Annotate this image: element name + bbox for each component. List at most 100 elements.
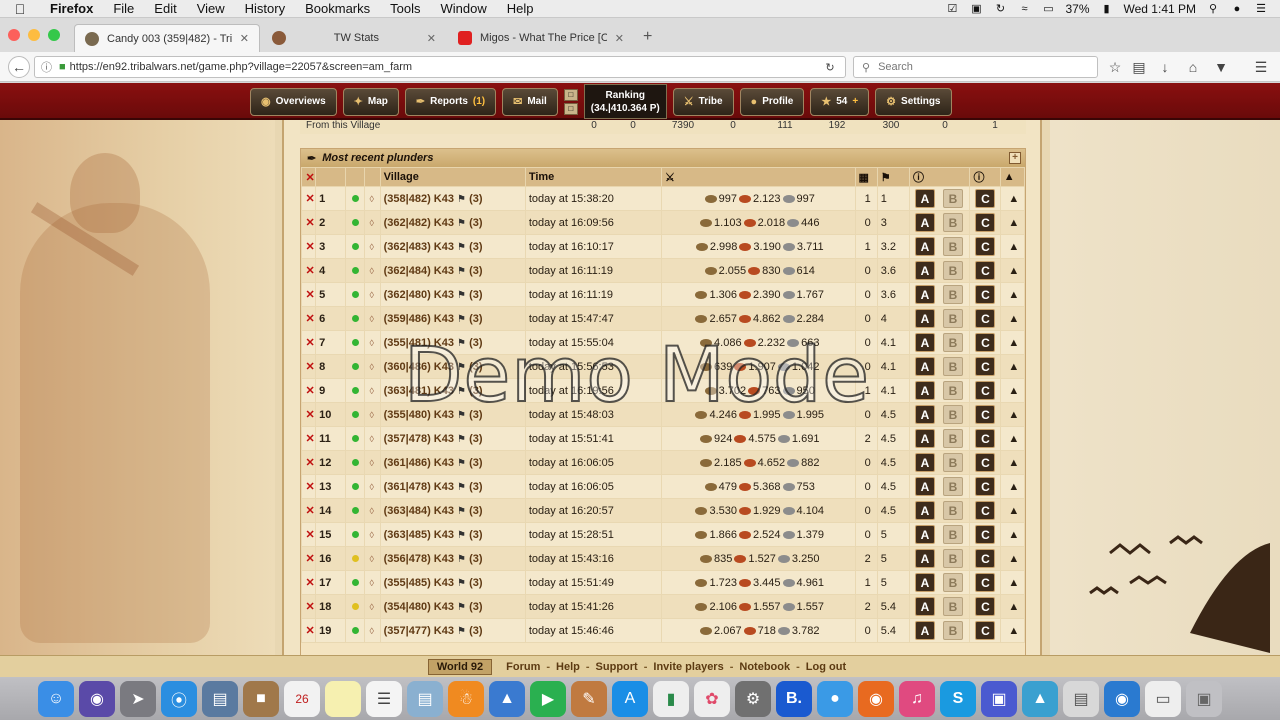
- itunes-icon[interactable]: ♫: [899, 680, 935, 717]
- messages-icon[interactable]: ●: [817, 680, 853, 717]
- tab-tribal-wars[interactable]: Candy 003 (359|482) - Tri… ✕: [74, 24, 260, 52]
- battery-percent[interactable]: 37%: [1065, 2, 1089, 16]
- launchpad-icon[interactable]: ➤: [120, 680, 156, 717]
- minimize-window-button[interactable]: [28, 29, 40, 41]
- template-c-button[interactable]: C: [975, 333, 996, 352]
- template-c-button[interactable]: C: [975, 549, 996, 568]
- footer-link-logout[interactable]: Log out: [800, 661, 852, 673]
- reports-button[interactable]: ✒ Reports (1): [404, 87, 497, 116]
- delete-x-icon[interactable]: ✕: [305, 313, 314, 325]
- world-badge[interactable]: World 92: [427, 658, 493, 675]
- google-drive-icon[interactable]: ▲: [1022, 680, 1058, 717]
- template-c-button[interactable]: C: [975, 573, 996, 592]
- contacts-icon[interactable]: ■: [243, 680, 279, 717]
- village-link[interactable]: (363|484) K43: [384, 505, 454, 517]
- template-b-button[interactable]: B: [942, 237, 963, 256]
- expand-plus-icon[interactable]: +: [1009, 152, 1021, 164]
- template-c-button[interactable]: C: [975, 525, 996, 544]
- delete-x-icon[interactable]: ✕: [305, 505, 314, 517]
- rally-point-icon[interactable]: ▲: [1008, 361, 1019, 373]
- template-b-button[interactable]: B: [942, 477, 963, 496]
- template-a-button[interactable]: A: [914, 501, 935, 520]
- premium-points-button[interactable]: ★ 54 +: [810, 87, 870, 116]
- delete-x-icon[interactable]: ✕: [305, 577, 314, 589]
- overviews-button[interactable]: ◉ Overviews: [250, 87, 337, 116]
- delete-x-icon[interactable]: ✕: [305, 481, 314, 493]
- village-link[interactable]: (361|486) K43: [384, 457, 454, 469]
- reminders-icon[interactable]: ☰: [366, 680, 402, 717]
- template-c-button[interactable]: C: [975, 429, 996, 448]
- zoom-window-button[interactable]: [48, 29, 60, 41]
- screenflow-icon[interactable]: ▣: [981, 680, 1017, 717]
- template-a-button[interactable]: A: [914, 429, 935, 448]
- delete-x-icon[interactable]: ✕: [305, 385, 314, 397]
- menu-bookmarks[interactable]: Bookmarks: [295, 1, 380, 16]
- menu-view[interactable]: View: [187, 1, 235, 16]
- photos-icon[interactable]: ✿: [694, 680, 730, 717]
- profile-button[interactable]: ● Profile: [739, 87, 805, 116]
- siri-icon[interactable]: ●: [1230, 3, 1244, 15]
- template-c-button[interactable]: C: [975, 213, 996, 232]
- template-a-button[interactable]: A: [914, 621, 935, 640]
- delete-x-icon[interactable]: ✕: [305, 265, 314, 277]
- airplay-icon[interactable]: ▭: [1041, 3, 1055, 15]
- keynote-icon[interactable]: ▲: [489, 680, 525, 717]
- template-a-button[interactable]: A: [914, 189, 935, 208]
- rally-point-icon[interactable]: ▲: [1008, 529, 1019, 541]
- village-link[interactable]: (355|480) K43: [384, 409, 454, 421]
- template-b-button[interactable]: B: [942, 549, 963, 568]
- rally-point-icon[interactable]: ▲: [1008, 385, 1019, 397]
- siri-icon[interactable]: ◉: [79, 680, 115, 717]
- search-input[interactable]: ⚲ Search: [853, 56, 1098, 78]
- trash-icon[interactable]: ▣: [1186, 680, 1222, 717]
- village-link[interactable]: (354|480) K43: [384, 601, 454, 613]
- delete-x-icon[interactable]: ✕: [305, 337, 314, 349]
- ranking-display[interactable]: Ranking (34.|410.364 P): [583, 84, 667, 119]
- resources-column-header[interactable]: ⚔: [660, 167, 856, 187]
- reader-list-icon[interactable]: ▤: [1130, 56, 1148, 78]
- clock[interactable]: Wed 1:41 PM: [1124, 2, 1196, 16]
- template-a-button[interactable]: A: [914, 549, 935, 568]
- template-b-button[interactable]: B: [942, 453, 963, 472]
- settings-button[interactable]: ⚙ Settings: [875, 87, 952, 116]
- notes-icon[interactable]: [325, 680, 361, 717]
- bookmark-star-icon[interactable]: ☆: [1106, 56, 1124, 78]
- template-b-button[interactable]: B: [942, 357, 963, 376]
- village-link[interactable]: (362|482) K43: [384, 217, 454, 229]
- delete-x-icon[interactable]: ✕: [305, 601, 314, 613]
- info-icon[interactable]: ⓘ: [913, 172, 924, 184]
- template-c-button[interactable]: C: [975, 477, 996, 496]
- close-tab-icon[interactable]: ✕: [615, 32, 624, 45]
- ibooks-icon[interactable]: ☃: [448, 680, 484, 717]
- menu-window[interactable]: Window: [431, 1, 497, 16]
- rally-point-icon[interactable]: ▲: [1008, 553, 1019, 565]
- rally-point-icon[interactable]: ▲: [1008, 265, 1019, 277]
- rally-point-icon[interactable]: ▲: [1008, 505, 1019, 517]
- tab-youtube[interactable]: Migos - What The Price [Of… ✕: [448, 24, 634, 52]
- firefox-icon[interactable]: ◉: [858, 680, 894, 717]
- menu-history[interactable]: History: [235, 1, 295, 16]
- template-a-button[interactable]: A: [914, 477, 935, 496]
- rally-point-icon[interactable]: ▲: [1008, 313, 1019, 325]
- tab-tw-stats[interactable]: TW Stats ✕: [262, 24, 446, 52]
- delete-x-icon[interactable]: ✕: [305, 433, 314, 445]
- template-b-button[interactable]: B: [942, 261, 963, 280]
- rally-point-icon[interactable]: ▲: [1008, 457, 1019, 469]
- printer-icon[interactable]: ▤: [1063, 680, 1099, 717]
- download-arrow-icon[interactable]: ↓: [1156, 56, 1174, 78]
- delete-x-icon[interactable]: ✕: [305, 289, 314, 301]
- document-icon[interactable]: ▭: [1145, 680, 1181, 717]
- rally-point-icon[interactable]: ▲: [1008, 409, 1019, 421]
- delete-x-icon[interactable]: ✕: [305, 529, 314, 541]
- template-a-button[interactable]: A: [914, 357, 935, 376]
- template-a-button[interactable]: A: [914, 381, 935, 400]
- rally-point-icon[interactable]: ▲: [1008, 481, 1019, 493]
- template-a-button[interactable]: A: [914, 333, 935, 352]
- template-b-button[interactable]: B: [942, 285, 963, 304]
- village-link[interactable]: (362|480) K43: [384, 289, 454, 301]
- template-c-button[interactable]: C: [975, 453, 996, 472]
- menu-help[interactable]: Help: [497, 1, 544, 16]
- info-icon[interactable]: ⓘ: [973, 172, 984, 184]
- village-column-header[interactable]: Village: [379, 167, 526, 187]
- rally-point-icon[interactable]: ▲: [1008, 217, 1019, 229]
